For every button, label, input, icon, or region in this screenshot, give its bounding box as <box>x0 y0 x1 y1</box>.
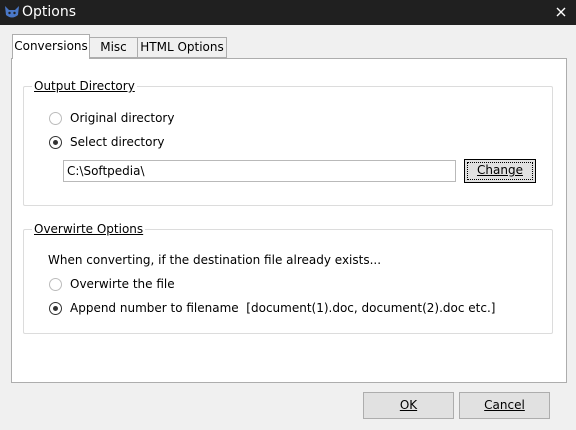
overwrite-options-group: Overwirte Options When converting, if th… <box>23 222 553 334</box>
ok-button[interactable]: OK <box>363 392 454 419</box>
overwrite-file-radio[interactable]: Overwirte the file <box>49 276 175 292</box>
overwrite-options-label: Overwirte Options <box>32 222 146 236</box>
radio-unchecked[interactable] <box>49 111 62 125</box>
tab-conversions[interactable]: Conversions <box>12 34 90 59</box>
title-bar: Options <box>0 0 576 25</box>
original-directory-radio[interactable]: Original directory <box>49 110 174 126</box>
radio-checked[interactable] <box>49 135 62 149</box>
radio-unchecked[interactable] <box>49 277 62 291</box>
overwrite-file-label: Overwirte the file <box>70 277 175 291</box>
append-number-radio[interactable]: Append number to filename [document(1).d… <box>49 300 495 316</box>
close-icon <box>556 6 566 20</box>
cancel-button[interactable]: Cancel <box>459 392 550 419</box>
change-button[interactable]: Change <box>464 159 536 183</box>
window-title: Options <box>22 4 77 20</box>
tab-misc[interactable]: Misc <box>90 37 138 58</box>
append-number-label: Append number to filename [document(1).d… <box>70 301 496 315</box>
original-directory-label: Original directory <box>70 111 175 125</box>
tab-panel-conversions: Output Directory Original directory Sele… <box>11 58 567 383</box>
tab-html-options[interactable]: HTML Options <box>138 37 227 58</box>
cat-head-icon <box>4 4 20 20</box>
close-button[interactable] <box>546 0 576 25</box>
overwrite-description: When converting, if the destination file… <box>48 253 382 267</box>
output-directory-label: Output Directory <box>32 79 137 93</box>
directory-path-input[interactable] <box>63 160 456 182</box>
select-directory-label: Select directory <box>70 135 165 149</box>
select-directory-radio[interactable]: Select directory <box>49 134 165 150</box>
radio-checked[interactable] <box>49 301 62 315</box>
output-directory-group: Output Directory Original directory Sele… <box>23 79 553 206</box>
